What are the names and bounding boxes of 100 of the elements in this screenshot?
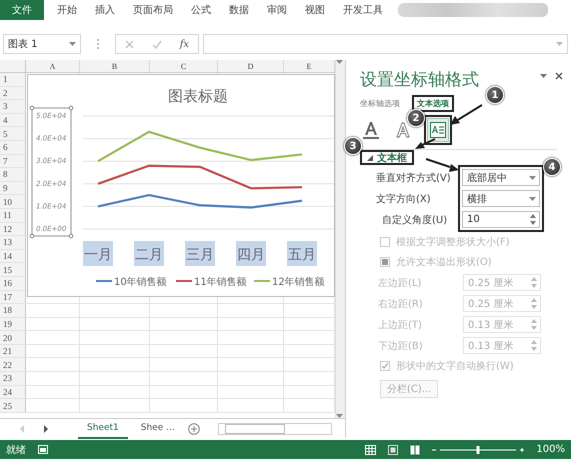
column-header[interactable]: B <box>80 60 150 72</box>
row-header[interactable]: 7 <box>0 154 26 168</box>
ribbon-tab[interactable]: 插入 <box>86 0 124 20</box>
setting-label: 垂直对齐方式(V) <box>375 172 451 186</box>
row-header[interactable]: 8 <box>0 168 26 181</box>
page-break-icon[interactable] <box>410 444 420 454</box>
insert-function-button[interactable]: fx <box>180 38 190 50</box>
options-tab[interactable]: 文本选项 <box>417 98 449 108</box>
name-box[interactable]: 图表 1 <box>3 34 81 54</box>
row-header[interactable]: 10 <box>0 195 26 208</box>
horizontal-scrollbar[interactable] <box>218 422 332 434</box>
legend-line <box>96 280 112 282</box>
row-header[interactable]: 11 <box>0 208 26 222</box>
checkbox-label: 形状中的文字自动换行(W) <box>396 360 515 373</box>
spin-arrows-icon <box>531 298 537 309</box>
category-label: 二月 <box>135 247 163 263</box>
legend-line <box>254 280 270 282</box>
legend-label: 11年销售额 <box>194 277 247 288</box>
close-icon[interactable] <box>555 72 563 80</box>
column-header[interactable]: D <box>218 60 284 72</box>
text-box-icon <box>430 122 446 138</box>
row-header[interactable]: 5 <box>0 127 26 140</box>
setting-label: 自定义角度(U) <box>381 214 448 228</box>
row-header[interactable]: 9 <box>0 182 26 194</box>
sheet-tab[interactable]: Shee ... <box>132 418 184 438</box>
pane-title: 设置坐标轴格式 <box>360 69 479 92</box>
dropdown-arrow-icon <box>69 42 76 46</box>
dropdown-arrow-icon <box>556 42 563 46</box>
row-header[interactable]: 13 <box>0 236 26 249</box>
setting-label: 上边距(T) <box>378 318 423 332</box>
options-tab[interactable]: 坐标轴选项 <box>360 98 400 108</box>
row-header[interactable]: 16 <box>0 276 26 290</box>
spin-arrows-icon <box>531 319 537 330</box>
next-sheet-icon[interactable] <box>44 424 48 432</box>
row-header[interactable]: 18 <box>0 304 26 317</box>
zoom-slider[interactable] <box>432 444 524 454</box>
row-header[interactable]: 15 <box>0 263 26 276</box>
dropdown-arrow-icon <box>336 60 343 64</box>
dropdown[interactable]: 底部居中 <box>462 169 540 186</box>
callout-badge: 1 <box>486 86 504 104</box>
ribbon-tab[interactable]: 数据 <box>220 0 258 20</box>
row-header[interactable]: 24 <box>0 386 26 398</box>
section-header[interactable]: 文本框 <box>363 152 411 163</box>
add-sheet-icon[interactable] <box>188 422 200 434</box>
macro-record-icon[interactable] <box>38 445 48 454</box>
setting-label: 文字方向(X) <box>375 192 431 206</box>
vertical-scrollbar[interactable] <box>335 60 345 418</box>
checkbox-label: 允许文本溢出形状(O) <box>396 256 493 269</box>
spin-field[interactable]: 10 <box>462 211 540 228</box>
ribbon-tab[interactable]: 审阅 <box>258 0 296 20</box>
data-line[interactable] <box>98 194 302 209</box>
dropdown-arrow-icon <box>529 176 536 180</box>
zoom-slider-thumb[interactable] <box>476 446 480 454</box>
row-header[interactable]: 17 <box>0 290 26 304</box>
file-tab[interactable]: 文件 <box>0 0 44 20</box>
expand-triangle-icon <box>367 154 373 160</box>
dropdown-arrow-icon <box>529 196 536 200</box>
ribbon-tab[interactable]: 公式 <box>182 0 220 20</box>
row-header[interactable]: 19 <box>0 318 26 330</box>
row-header[interactable]: 1 <box>0 73 26 86</box>
formula-input[interactable] <box>203 34 568 54</box>
category-label: 三月 <box>186 247 214 263</box>
dropdown[interactable]: 横排 <box>462 190 540 207</box>
setting-label: 下边距(B) <box>378 340 424 352</box>
ribbon-tab[interactable]: 视图 <box>296 0 334 20</box>
callout-badge: 4 <box>543 158 561 176</box>
row-header[interactable]: 3 <box>0 100 26 113</box>
row-header[interactable]: 20 <box>0 331 26 344</box>
row-header[interactable]: 22 <box>0 358 26 372</box>
text-fill-icon <box>363 121 379 139</box>
legend-label: 12年销售额 <box>272 277 325 288</box>
setting-label: 右边距(R) <box>378 298 424 310</box>
pane-options-icon[interactable] <box>540 74 547 78</box>
ribbon-tab[interactable]: 开发工具 <box>334 0 392 20</box>
data-line[interactable] <box>98 164 302 190</box>
zoom-level[interactable]: 100% <box>536 444 565 455</box>
legend-line <box>176 280 192 282</box>
row-header[interactable]: 4 <box>0 114 26 126</box>
normal-view-icon[interactable] <box>365 444 376 454</box>
callout-badge: 3 <box>344 137 362 155</box>
ribbon-tab[interactable]: 页面布局 <box>124 0 182 20</box>
row-header[interactable]: 6 <box>0 140 26 154</box>
axis-selection-frame[interactable] <box>30 106 74 238</box>
ribbon-tab[interactable]: 开始 <box>48 0 86 20</box>
row-header[interactable]: 23 <box>0 372 26 385</box>
column-header[interactable]: C <box>150 60 218 72</box>
category-label: 五月 <box>288 247 316 263</box>
spin-arrows-icon <box>531 277 537 288</box>
check-icon[interactable] <box>152 40 162 48</box>
row-header[interactable]: 25 <box>0 399 26 412</box>
checkbox-label: 根据文字调整形状大小(F) <box>396 236 511 249</box>
callout-badge: 2 <box>407 109 425 127</box>
row-header[interactable]: 21 <box>0 344 26 358</box>
row-header[interactable]: 14 <box>0 250 26 262</box>
page-layout-icon[interactable] <box>388 444 398 454</box>
row-header[interactable]: 2 <box>0 86 26 100</box>
spin-arrows-icon <box>531 340 537 351</box>
setting-label: 左边距(L) <box>378 276 422 290</box>
row-header[interactable]: 12 <box>0 222 26 236</box>
column-header[interactable]: A <box>26 60 80 72</box>
